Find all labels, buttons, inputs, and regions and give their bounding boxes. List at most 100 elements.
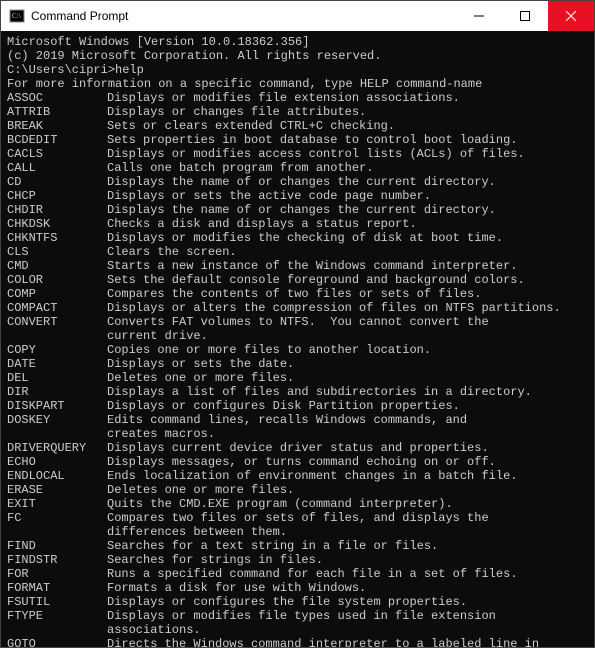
command-name: CHDIR: [7, 203, 107, 217]
command-name: ERASE: [7, 483, 107, 497]
command-description: Copies one or more files to another loca…: [107, 343, 588, 357]
help-entry: ENDLOCALEnds localization of environment…: [7, 469, 588, 483]
typed-command: help: [115, 63, 144, 77]
command-name: BREAK: [7, 119, 107, 133]
command-description: Converts FAT volumes to NTFS. You cannot…: [107, 315, 588, 329]
help-entry: FORRuns a specified command for each fil…: [7, 567, 588, 581]
help-entry: FINDSTRSearches for strings in files.: [7, 553, 588, 567]
help-entry: CALLCalls one batch program from another…: [7, 161, 588, 175]
app-icon: C:\: [9, 8, 25, 24]
command-name: EXIT: [7, 497, 107, 511]
help-entry: FINDSearches for a text string in a file…: [7, 539, 588, 553]
help-entry: CHKDSKChecks a disk and displays a statu…: [7, 217, 588, 231]
command-name: DISKPART: [7, 399, 107, 413]
help-entry: EXITQuits the CMD.EXE program (command i…: [7, 497, 588, 511]
command-description: Calls one batch program from another.: [107, 161, 588, 175]
command-name: CHKDSK: [7, 217, 107, 231]
help-entry: CHCPDisplays or sets the active code pag…: [7, 189, 588, 203]
help-entry: DATEDisplays or sets the date.: [7, 357, 588, 371]
terminal-line: (c) 2019 Microsoft Corporation. All righ…: [7, 49, 588, 63]
command-name: FC: [7, 511, 107, 525]
command-description: Ends localization of environment changes…: [107, 469, 588, 483]
command-name: DIR: [7, 385, 107, 399]
command-description: Deletes one or more files.: [107, 483, 588, 497]
command-description-cont: associations.: [7, 623, 588, 637]
command-description: Directs the Windows command interpreter …: [107, 637, 588, 647]
help-entry: FSUTILDisplays or configures the file sy…: [7, 595, 588, 609]
command-description: Compares two files or sets of files, and…: [107, 511, 588, 525]
command-name: FSUTIL: [7, 595, 107, 609]
command-description: Displays or alters the compression of fi…: [107, 301, 588, 315]
command-name: CMD: [7, 259, 107, 273]
command-description: Displays or changes file attributes.: [107, 105, 588, 119]
command-name: CLS: [7, 245, 107, 259]
help-entry: COMPCompares the contents of two files o…: [7, 287, 588, 301]
terminal-output[interactable]: Microsoft Windows [Version 10.0.18362.35…: [1, 31, 594, 647]
help-entry: CDDisplays the name of or changes the cu…: [7, 175, 588, 189]
help-entry: CLSClears the screen.: [7, 245, 588, 259]
command-description: Compares the contents of two files or se…: [107, 287, 588, 301]
command-description: Formats a disk for use with Windows.: [107, 581, 588, 595]
command-description: Sets properties in boot database to cont…: [107, 133, 588, 147]
command-description: Checks a disk and displays a status repo…: [107, 217, 588, 231]
command-description-cont: current drive.: [7, 329, 588, 343]
command-name: ASSOC: [7, 91, 107, 105]
command-description: Displays or modifies the checking of dis…: [107, 231, 588, 245]
window-controls: [456, 1, 594, 31]
command-description: Displays or modifies access control list…: [107, 147, 588, 161]
command-description: Edits command lines, recalls Windows com…: [107, 413, 588, 427]
window-title: Command Prompt: [31, 9, 456, 23]
help-entry: DELDeletes one or more files.: [7, 371, 588, 385]
command-name: ATTRIB: [7, 105, 107, 119]
command-description: Starts a new instance of the Windows com…: [107, 259, 588, 273]
titlebar[interactable]: C:\ Command Prompt: [1, 1, 594, 31]
help-entry: DIRDisplays a list of files and subdirec…: [7, 385, 588, 399]
command-name: ENDLOCAL: [7, 469, 107, 483]
svg-text:C:\: C:\: [12, 12, 21, 20]
help-entry: DOSKEYEdits command lines, recalls Windo…: [7, 413, 588, 427]
command-description: Displays or configures the file system p…: [107, 595, 588, 609]
help-entry: DISKPARTDisplays or configures Disk Part…: [7, 399, 588, 413]
help-entry: FTYPEDisplays or modifies file types use…: [7, 609, 588, 623]
minimize-button[interactable]: [456, 1, 502, 31]
command-description: Searches for strings in files.: [107, 553, 588, 567]
help-entry: FORMATFormats a disk for use with Window…: [7, 581, 588, 595]
help-entry: ATTRIBDisplays or changes file attribute…: [7, 105, 588, 119]
command-name: FOR: [7, 567, 107, 581]
maximize-button[interactable]: [502, 1, 548, 31]
command-description: Deletes one or more files.: [107, 371, 588, 385]
help-entry: CHDIRDisplays the name of or changes the…: [7, 203, 588, 217]
command-name: ECHO: [7, 455, 107, 469]
prompt: C:\Users\cipri>: [7, 63, 115, 77]
help-entry: CHKNTFSDisplays or modifies the checking…: [7, 231, 588, 245]
command-name: DEL: [7, 371, 107, 385]
command-name: CD: [7, 175, 107, 189]
help-entry: ECHODisplays messages, or turns command …: [7, 455, 588, 469]
help-entry: CONVERTConverts FAT volumes to NTFS. You…: [7, 315, 588, 329]
help-entry: COLORSets the default console foreground…: [7, 273, 588, 287]
command-description-cont: creates macros.: [7, 427, 588, 441]
command-description-cont: differences between them.: [7, 525, 588, 539]
prompt-line: C:\Users\cipri>help: [7, 63, 588, 77]
command-description: Sets the default console foreground and …: [107, 273, 588, 287]
terminal-line: Microsoft Windows [Version 10.0.18362.35…: [7, 35, 588, 49]
help-entry: CACLSDisplays or modifies access control…: [7, 147, 588, 161]
command-name: CHCP: [7, 189, 107, 203]
command-description: Displays a list of files and subdirector…: [107, 385, 588, 399]
command-description: Displays or sets the date.: [107, 357, 588, 371]
help-entry: CMDStarts a new instance of the Windows …: [7, 259, 588, 273]
command-name: FIND: [7, 539, 107, 553]
command-description: Clears the screen.: [107, 245, 588, 259]
command-name: COLOR: [7, 273, 107, 287]
command-description: Displays the name of or changes the curr…: [107, 175, 588, 189]
command-name: FORMAT: [7, 581, 107, 595]
help-entry: ASSOCDisplays or modifies file extension…: [7, 91, 588, 105]
command-name: GOTO: [7, 637, 107, 647]
help-entry: BCDEDITSets properties in boot database …: [7, 133, 588, 147]
close-button[interactable]: [548, 1, 594, 31]
command-description: Displays or modifies file extension asso…: [107, 91, 588, 105]
command-description: Sets or clears extended CTRL+C checking.: [107, 119, 588, 133]
command-name: FTYPE: [7, 609, 107, 623]
command-name: COMPACT: [7, 301, 107, 315]
command-name: FINDSTR: [7, 553, 107, 567]
